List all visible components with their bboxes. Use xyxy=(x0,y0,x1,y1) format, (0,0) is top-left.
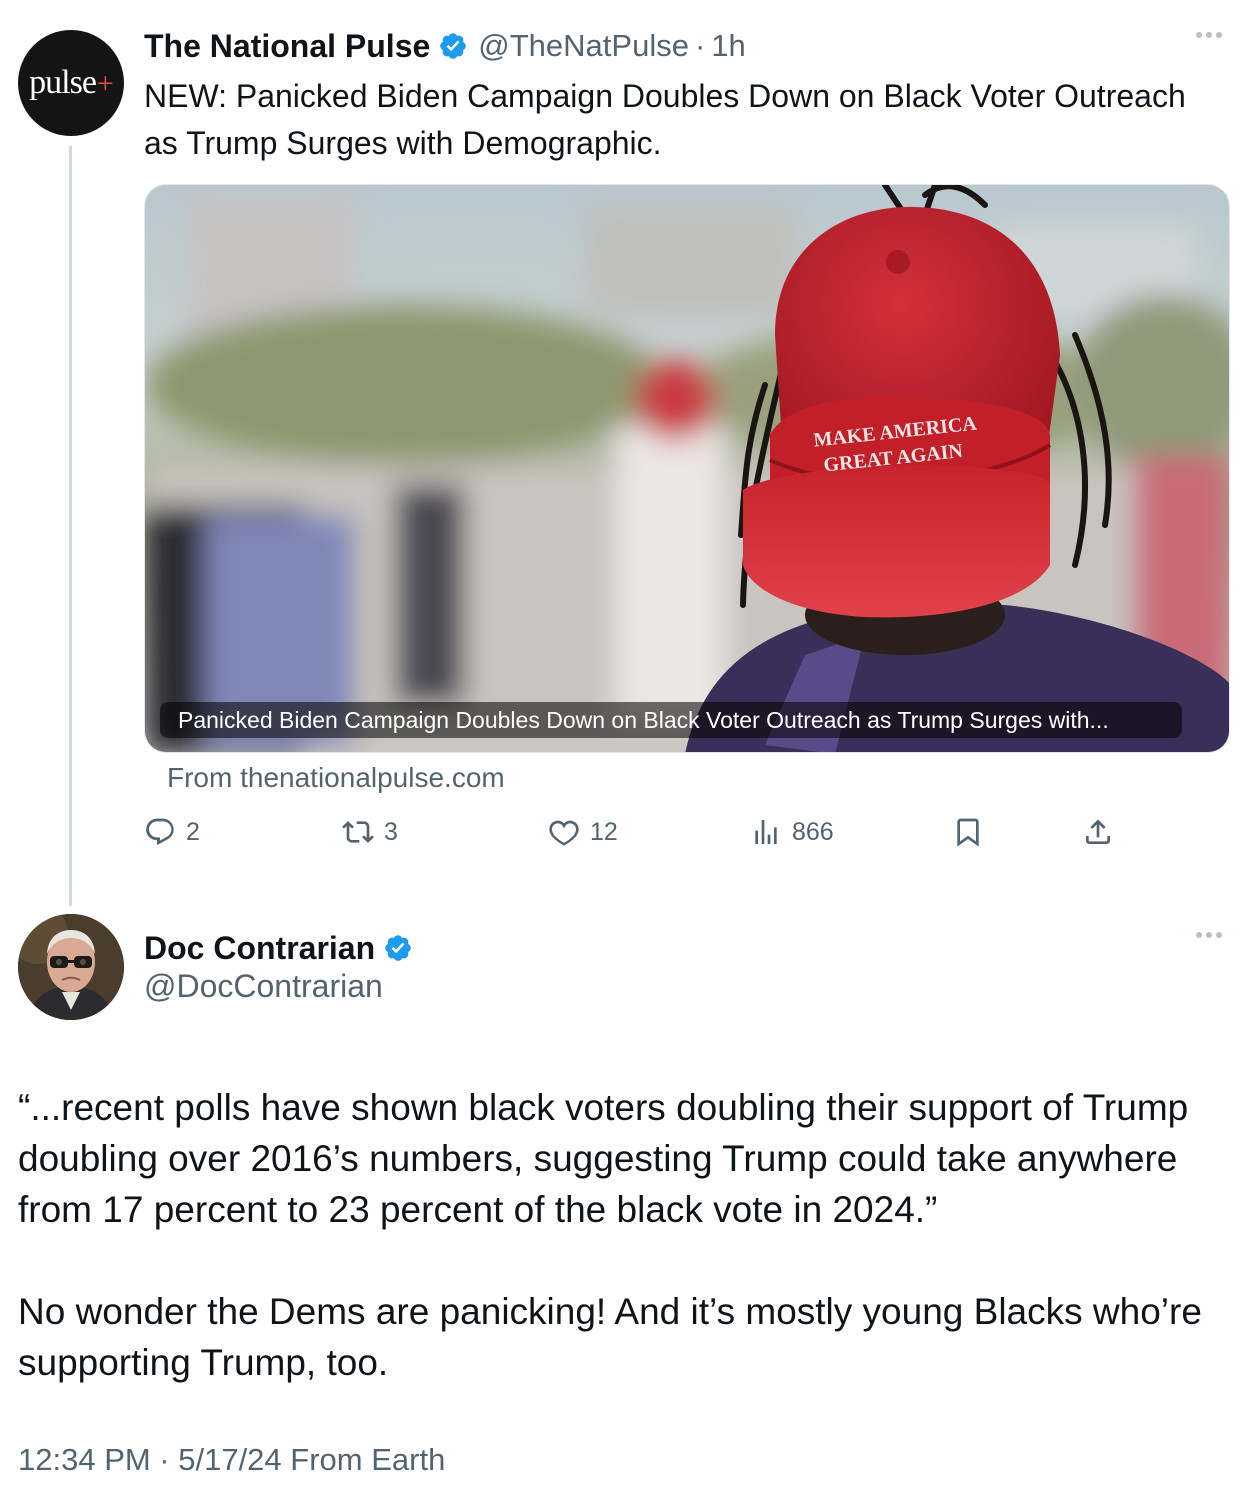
reply-count: 2 xyxy=(186,817,200,846)
pulse-logo-text: pulse+ xyxy=(29,64,114,101)
verified-badge-icon xyxy=(440,33,467,59)
thread-connector-line xyxy=(69,146,72,906)
tweet1-text: NEW: Panicked Biden Campaign Doubles Dow… xyxy=(144,78,1186,161)
meta-separator: · xyxy=(694,28,706,63)
tweet1-action-bar: 2 3 12 866 xyxy=(144,816,1124,860)
pulse-logo: pulse+ xyxy=(29,64,114,102)
tweet2-text: “...recent polls have shown black voters… xyxy=(18,1082,1218,1388)
national-pulse-avatar[interactable]: pulse+ xyxy=(18,30,124,136)
link-card-image[interactable]: MAKE AMERICA GREAT AGAIN xyxy=(144,184,1230,753)
more-icon[interactable] xyxy=(1196,32,1222,38)
link-card-title[interactable]: Panicked Biden Campaign Doubles Down on … xyxy=(160,702,1182,738)
bookmark-icon xyxy=(957,818,979,847)
like-icon xyxy=(549,820,579,846)
tweet-timestamp[interactable]: 12:34 PM · 5/17/24 From Earth xyxy=(18,1442,445,1478)
card-photo: MAKE AMERICA GREAT AGAIN xyxy=(145,185,1229,752)
author-display-name[interactable]: Doc Contrarian xyxy=(144,930,375,967)
repost-button[interactable]: 3 xyxy=(342,816,398,848)
tweet2-paragraph-comment: No wonder the Dems are panicking! And it… xyxy=(18,1291,1202,1383)
like-button[interactable]: 12 xyxy=(548,816,618,848)
share-icon xyxy=(1086,819,1110,844)
repost-icon xyxy=(342,821,374,843)
avatar-portrait xyxy=(18,914,124,1020)
share-button[interactable] xyxy=(1082,816,1114,848)
tweet2-paragraph-quote: “...recent polls have shown black voters… xyxy=(18,1087,1189,1230)
bookmark-button[interactable] xyxy=(952,816,984,848)
author-display-name[interactable]: The National Pulse xyxy=(144,28,430,65)
author-handle[interactable]: @TheNatPulse xyxy=(478,28,689,64)
tweet1-header: The National Pulse @TheNatPulse · 1h xyxy=(144,26,746,66)
like-count: 12 xyxy=(590,817,618,846)
views-count: 866 xyxy=(792,817,834,846)
reply-button[interactable]: 2 xyxy=(144,816,200,848)
reply-icon xyxy=(146,818,174,846)
pulse-logo-plus: + xyxy=(96,67,114,100)
link-card-source[interactable]: From thenationalpulse.com xyxy=(167,762,505,794)
more-icon[interactable] xyxy=(1196,932,1222,938)
tweet2-header: Doc Contrarian xyxy=(144,928,413,968)
author-handle[interactable]: @DocContrarian xyxy=(144,968,383,1005)
views-icon xyxy=(755,820,777,844)
views-button[interactable]: 866 xyxy=(750,816,834,848)
verified-badge-icon xyxy=(385,935,411,961)
tweet-time-ago[interactable]: 1h xyxy=(711,28,745,64)
repost-count: 3 xyxy=(384,817,398,846)
doc-contrarian-avatar[interactable] xyxy=(18,914,124,1020)
